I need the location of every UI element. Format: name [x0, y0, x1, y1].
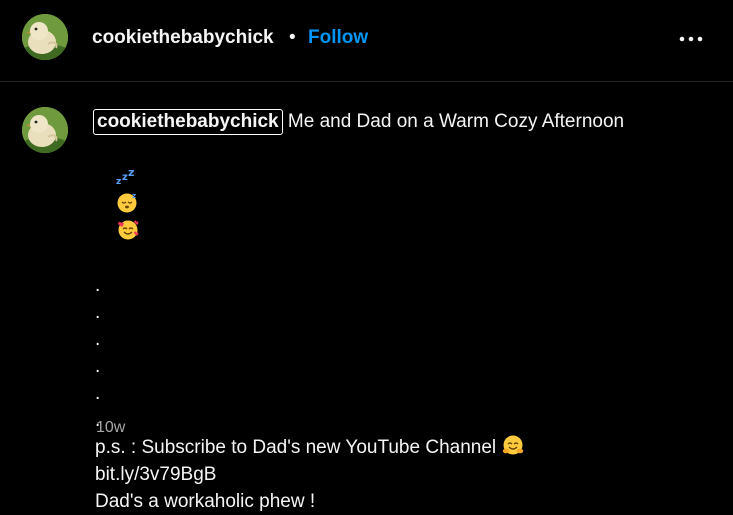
smiling-face-with-hearts-emoji	[118, 220, 139, 240]
caption-first-line: cookiethebabychick Me and Dad on a Warm …	[93, 108, 715, 135]
ps-text: p.s. : Subscribe to Dad's new YouTube Ch…	[95, 437, 502, 458]
dot-line: .	[95, 383, 101, 404]
caption-title: Me and Dad on a Warm Cozy Afternoon	[282, 111, 625, 132]
svg-text:z: z	[132, 192, 136, 200]
caption-avatar[interactable]	[22, 107, 68, 153]
dot-line: .	[95, 356, 101, 377]
zzz-emoji: z z z	[116, 166, 134, 186]
caption-username-link[interactable]: cookiethebabychick	[93, 109, 283, 135]
svg-text:z: z	[128, 166, 134, 179]
ps-line: p.s. : Subscribe to Dad's new YouTube Ch…	[95, 434, 715, 461]
dot-line: .	[95, 275, 101, 296]
dot-line: .	[95, 410, 101, 431]
more-horizontal-icon[interactable]	[678, 30, 704, 48]
separator-dot: •	[289, 27, 296, 48]
post-header: cookiethebabychick • Follow	[0, 0, 733, 82]
dot-line: .	[95, 302, 101, 323]
caption-emoji-line: z z z z	[95, 137, 715, 272]
sleeping-face-emoji: z	[117, 192, 137, 213]
svg-text:z: z	[116, 177, 121, 186]
post-timestamp[interactable]: 10w	[96, 419, 125, 437]
post-author-username[interactable]: cookiethebabychick	[92, 27, 274, 49]
follow-button[interactable]: Follow	[308, 27, 368, 49]
chick-avatar-icon	[22, 14, 68, 60]
dot-line: .	[95, 329, 101, 350]
link-line: bit.ly/3v79BgB	[95, 461, 715, 488]
post-caption: cookiethebabychick Me and Dad on a Warm …	[93, 108, 715, 515]
channel-link[interactable]: bit.ly/3v79BgB	[95, 464, 216, 485]
closing-line: Dad's a workaholic phew !	[95, 491, 316, 512]
avatar[interactable]	[22, 14, 68, 60]
chick-avatar-icon	[22, 107, 68, 153]
